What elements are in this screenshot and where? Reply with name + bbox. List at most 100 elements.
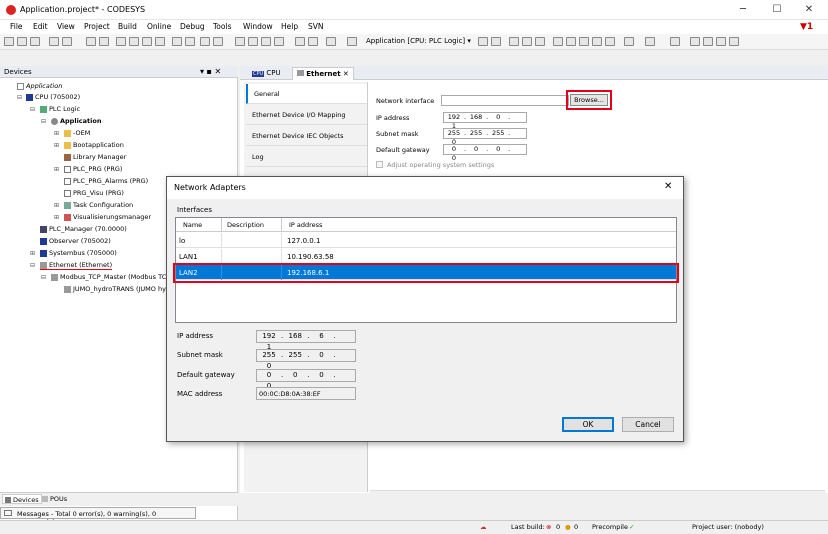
bookmark-icon[interactable] [200,37,210,46]
breakpoint-icon[interactable] [553,37,563,46]
redo-icon[interactable] [99,37,109,46]
expand-ethernet-icon[interactable]: ⊟ [30,262,35,269]
tree-item-ethernet[interactable]: Ethernet (Ethernet) [40,261,113,270]
expand-oem-icon[interactable]: ⊞ [54,130,59,137]
side-tab-io-mapping[interactable]: Ethernet Device I/O Mapping [246,105,367,125]
tree-item-plc-logic[interactable]: PLC Logic [40,105,80,113]
tree-item-oem[interactable]: -OEM [64,129,90,137]
tree-item-application[interactable]: Application [51,117,101,125]
tree-item-prg-visu[interactable]: PRG_Visu (PRG) [64,189,124,197]
list-icon[interactable] [308,37,318,46]
device-icon[interactable] [347,37,357,46]
menu-edit[interactable]: Edit [33,22,48,31]
table-row[interactable]: lo 127.0.0.1 [176,233,676,248]
column-header-ip[interactable]: IP address [289,221,322,229]
network-interface-input[interactable] [441,95,569,106]
toggle-bookmark-icon[interactable] [261,37,271,46]
tree-item-library-manager[interactable]: Library Manager [64,153,126,161]
cut-icon[interactable] [116,37,126,46]
dialog-close-icon[interactable]: ✕ [664,181,672,192]
tree-item-observer[interactable]: Observer (705002) [40,237,111,245]
tab-cpu[interactable]: CPU CPU [248,67,285,80]
expand-plc-prg-icon[interactable]: ⊞ [54,166,59,173]
column-separator[interactable] [221,218,222,232]
tree-item-plc-prg[interactable]: PLC_PRG (PRG) [64,165,122,173]
menu-file[interactable]: File [10,22,23,31]
table-row[interactable]: LAN1 10.190.63.58 [176,249,676,264]
ip-address-field[interactable]: 192. 168. 0.1 [443,112,527,130]
print-preview-icon[interactable] [62,37,72,46]
menu-tools[interactable]: Tools [213,22,231,31]
write-values-icon[interactable] [624,37,634,46]
save-icon[interactable] [30,37,40,46]
svn-revert-icon[interactable] [716,37,726,46]
tree-item-bootapplication[interactable]: Bootapplication [64,141,124,149]
expand-bootapplication-icon[interactable]: ⊞ [54,142,59,149]
bookmark-prev-icon[interactable] [235,37,245,46]
goto-icon[interactable] [274,37,284,46]
tree-item-plc-prg-alarms[interactable]: PLC_PRG_Alarms (PRG) [64,177,148,185]
copy-icon[interactable] [129,37,139,46]
unforce-icon[interactable] [670,37,680,46]
tree-item-task-configuration[interactable]: Task Configuration [64,201,133,209]
column-header-description[interactable]: Description [227,221,264,229]
tree-item-systembus[interactable]: Systembus (705000) [40,249,117,257]
start-icon[interactable] [509,37,519,46]
maximize-button[interactable]: ☐ [762,0,792,20]
menu-help[interactable]: Help [281,22,298,31]
menu-window[interactable]: Window [243,22,273,31]
open-icon[interactable] [17,37,27,46]
horizontal-scrollbar[interactable] [370,490,825,498]
cancel-button[interactable]: Cancel [622,417,674,432]
close-button[interactable]: ✕ [794,0,824,20]
undo-icon[interactable] [86,37,96,46]
menu-project[interactable]: Project [84,22,110,31]
svn-flag-icon[interactable]: ▼1 [800,22,813,32]
expand-task-config-icon[interactable]: ⊞ [54,202,59,209]
tree-item-jumo-hydrotrans[interactable]: JUMO_hydroTRANS (JUMO hyd [64,285,170,293]
default-gateway-field[interactable]: 0. 0. 0.0 [443,144,527,162]
side-tab-general[interactable]: General [246,84,367,104]
menu-view[interactable]: View [57,22,75,31]
bookmark-clear-icon[interactable] [248,37,258,46]
delete-icon[interactable] [155,37,165,46]
tree-item-visualisierungsmanager[interactable]: Visualisierungsmanager [64,213,151,221]
stop-icon[interactable] [522,37,532,46]
expand-plc-logic-icon[interactable]: ⊟ [30,106,35,113]
expand-application-icon[interactable]: ⊟ [41,118,46,125]
side-tab-log[interactable]: Log [246,147,367,167]
column-header-name[interactable]: Name [183,221,202,229]
new-icon[interactable] [4,37,14,46]
expand-modbus-icon[interactable]: ⊟ [41,274,46,281]
tree-item-cpu[interactable]: CPU (705002) [26,93,80,101]
print-icon[interactable] [49,37,59,46]
expand-cpu-icon[interactable]: ⊟ [17,94,22,101]
adjust-os-settings-checkbox[interactable] [376,161,383,168]
logout-icon[interactable] [491,37,501,46]
paste-icon[interactable] [142,37,152,46]
tab-ethernet[interactable]: Ethernet ✕ [292,67,354,80]
svn-update-icon[interactable] [690,37,700,46]
svn-commit-icon[interactable] [703,37,713,46]
tab-devices[interactable]: Devices [2,494,42,504]
menu-svn[interactable]: SVN [308,22,324,31]
subnet-mask-field[interactable]: 255. 255. 255.0 [443,128,527,146]
tree-item-modbus-tcp-master[interactable]: Modbus_TCP_Master (Modbus TCP [51,273,170,281]
reset-icon[interactable] [535,37,545,46]
login-icon[interactable] [478,37,488,46]
active-application-select[interactable]: Application [CPU: PLC Logic] ▾ [366,37,474,47]
close-tab-icon[interactable]: ✕ [343,70,349,78]
bookmark-next-icon[interactable] [213,37,223,46]
menu-debug[interactable]: Debug [180,22,205,31]
menu-online[interactable]: Online [147,22,171,31]
window-icon[interactable] [295,37,305,46]
replace-icon[interactable] [185,37,195,46]
find-icon[interactable] [172,37,182,46]
tab-pous[interactable]: POUs [40,494,69,504]
tree-item-plc-manager[interactable]: PLC_Manager (70.0000) [40,225,127,233]
side-tab-iec-objects[interactable]: Ethernet Device IEC Objects [246,126,367,146]
svn-log-icon[interactable] [729,37,739,46]
step-into-icon[interactable] [579,37,589,46]
expand-systembus-icon[interactable]: ⊞ [30,250,35,257]
run-to-cursor-icon[interactable] [605,37,615,46]
